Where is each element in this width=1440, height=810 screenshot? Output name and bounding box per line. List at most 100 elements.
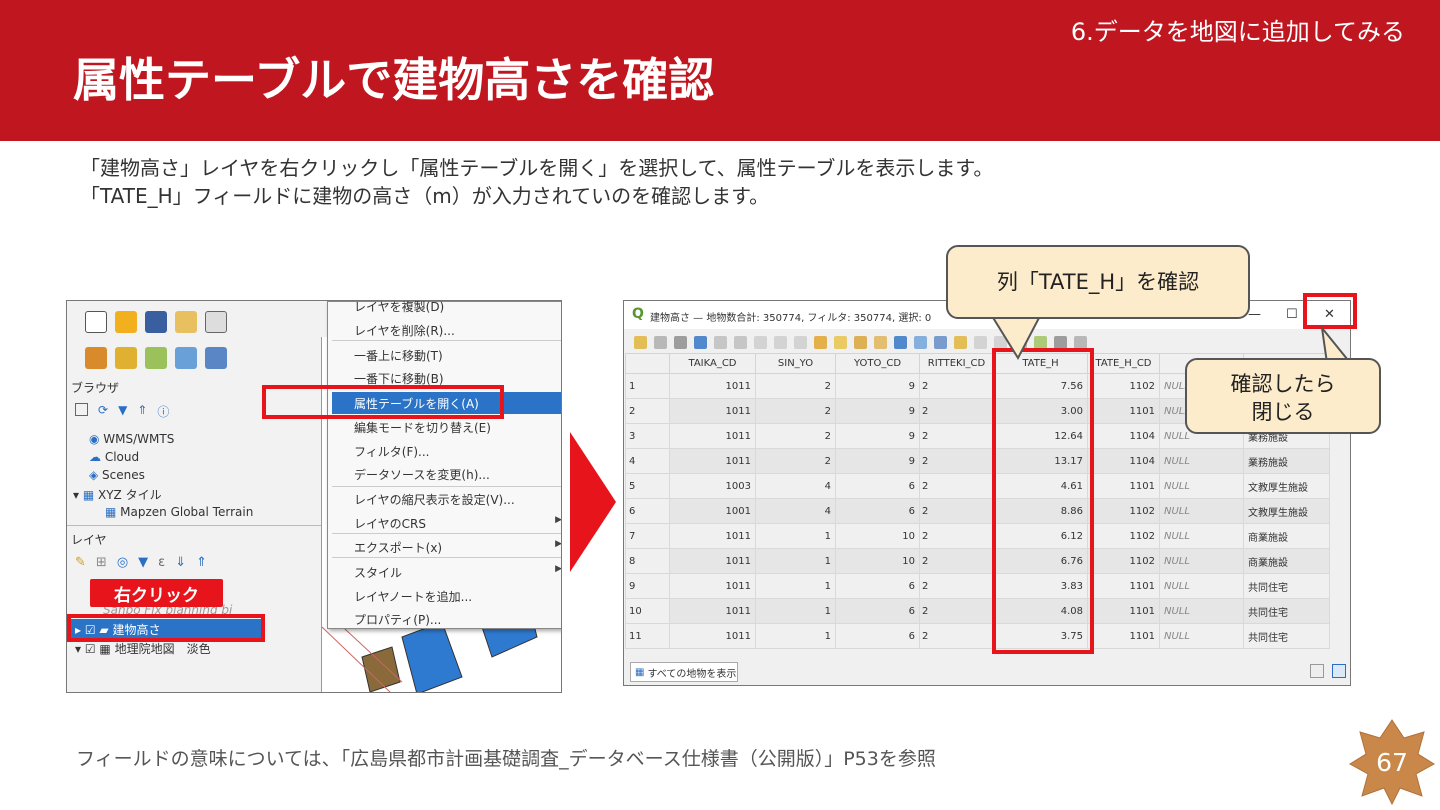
save-as-icon[interactable] — [175, 311, 197, 333]
table-cell[interactable]: 4 — [755, 498, 836, 524]
table-cell[interactable]: 6 — [835, 623, 920, 649]
filter-legend-icon[interactable]: ▼ — [138, 555, 148, 570]
row-number-cell[interactable]: 3 — [625, 423, 670, 449]
table-cell[interactable]: 1 — [755, 548, 836, 574]
add-delimited-icon[interactable] — [145, 347, 167, 369]
filter-icon[interactable]: ▼ — [118, 403, 127, 420]
maximize-button[interactable]: ☐ — [1286, 307, 1298, 322]
menu-item-add-note[interactable]: レイヤノートを追加... — [354, 588, 472, 605]
table-row[interactable]: 7 1011 1 10 2 6.12 1102 NULL 商業施設 — [625, 523, 1330, 549]
table-cell[interactable]: 2 — [755, 423, 836, 449]
filter-select-icon[interactable] — [894, 335, 907, 349]
table-cell[interactable]: 2 — [919, 598, 994, 624]
table-cell[interactable]: 10 — [835, 523, 920, 549]
table-cell[interactable]: 1101 — [1087, 573, 1160, 599]
table-cell[interactable]: 4 — [755, 473, 836, 499]
table-cell[interactable]: 共同住宅 — [1243, 573, 1330, 599]
menu-item-scale-visibility[interactable]: レイヤの縮尺表示を設定(V)... — [354, 491, 515, 508]
form-view-icon[interactable] — [1310, 664, 1324, 678]
menu-item-duplicate[interactable]: レイヤを複製(D) — [354, 301, 444, 315]
invert-selection-icon[interactable] — [854, 335, 867, 349]
table-cell[interactable]: 1011 — [669, 573, 756, 599]
row-number-cell[interactable]: 9 — [625, 573, 670, 599]
table-cell[interactable]: NULL — [1159, 598, 1244, 624]
table-cell[interactable]: 文教厚生施設 — [1243, 498, 1330, 524]
add-group-icon[interactable]: ⊞ — [96, 555, 107, 570]
row-number-cell[interactable]: 11 — [625, 623, 670, 649]
table-cell[interactable]: 2 — [919, 423, 994, 449]
table-cell[interactable]: 商業施設 — [1243, 548, 1330, 574]
table-row[interactable]: 4 1011 2 9 2 13.17 1104 NULL 業務施設 — [625, 448, 1330, 474]
menu-item-export[interactable]: エクスポート(x) — [354, 539, 442, 556]
actions-icon[interactable] — [1054, 335, 1067, 349]
browser-item[interactable]: ▾ ▦ XYZ タイル — [73, 486, 162, 503]
table-cell[interactable]: NULL — [1159, 523, 1244, 549]
table-cell[interactable]: 1 — [755, 523, 836, 549]
table-cell[interactable]: NULL — [1159, 473, 1244, 499]
table-cell[interactable]: 2 — [919, 498, 994, 524]
edit-pencil-icon[interactable] — [634, 335, 647, 349]
table-cell[interactable]: 1001 — [669, 498, 756, 524]
table-cell[interactable]: 6 — [835, 573, 920, 599]
table-cell[interactable]: 2 — [919, 623, 994, 649]
table-cell[interactable]: 1102 — [1087, 523, 1160, 549]
column-header[interactable]: SIN_YO — [755, 353, 836, 374]
menu-item-remove[interactable]: レイヤを削除(R)... — [354, 322, 455, 339]
table-cell[interactable]: 文教厚生施設 — [1243, 473, 1330, 499]
row-number-cell[interactable]: 8 — [625, 548, 670, 574]
table-cell[interactable]: NULL — [1159, 623, 1244, 649]
cut-icon[interactable] — [754, 335, 767, 349]
add-feature-icon[interactable] — [714, 335, 727, 349]
browser-item[interactable]: ◉ WMS/WMTS — [89, 432, 174, 446]
table-cell[interactable]: 2 — [755, 448, 836, 474]
new-project-icon[interactable] — [85, 311, 107, 333]
table-cell[interactable]: 1101 — [1087, 623, 1160, 649]
table-cell[interactable]: 1011 — [669, 423, 756, 449]
visibility-icon[interactable]: ◎ — [117, 555, 128, 570]
add-vector-icon[interactable] — [115, 347, 137, 369]
table-cell[interactable]: 2 — [919, 523, 994, 549]
table-cell[interactable]: 2 — [755, 398, 836, 424]
add-mesh-icon[interactable] — [205, 347, 227, 369]
table-cell[interactable]: NULL — [1159, 548, 1244, 574]
row-number-cell[interactable]: 5 — [625, 473, 670, 499]
table-cell[interactable]: 1104 — [1087, 448, 1160, 474]
table-cell[interactable]: 1102 — [1087, 373, 1160, 399]
row-number-cell[interactable]: 6 — [625, 498, 670, 524]
menu-item-move-top[interactable]: 一番上に移動(T) — [354, 347, 443, 364]
browser-item[interactable]: ▦ Mapzen Global Terrain — [105, 505, 253, 519]
table-row[interactable]: 9 1011 1 6 2 3.83 1101 NULL 共同住宅 — [625, 573, 1330, 599]
table-cell[interactable]: 1003 — [669, 473, 756, 499]
expand-all-icon[interactable]: ⇓ — [175, 555, 186, 570]
browser-item[interactable]: ◈ Scenes — [89, 468, 145, 482]
row-number-cell[interactable]: 10 — [625, 598, 670, 624]
table-cell[interactable]: 1104 — [1087, 423, 1160, 449]
open-folder-icon[interactable] — [115, 311, 137, 333]
table-cell[interactable]: 9 — [835, 398, 920, 424]
info-icon[interactable]: ⓘ — [157, 403, 169, 420]
table-cell[interactable]: 1 — [755, 623, 836, 649]
minimize-button[interactable]: — — [1248, 307, 1261, 322]
table-cell[interactable]: 商業施設 — [1243, 523, 1330, 549]
column-header[interactable]: RITTEKI_CD — [919, 353, 994, 374]
new-field-icon[interactable] — [974, 335, 987, 349]
table-cell[interactable]: 1102 — [1087, 498, 1160, 524]
layer-item-base-map[interactable]: ▾ ☑ ▦ 地理院地図 淡色 — [75, 640, 211, 657]
table-cell[interactable]: 2 — [919, 573, 994, 599]
table-cell[interactable]: 1101 — [1087, 473, 1160, 499]
multi-edit-icon[interactable] — [654, 335, 667, 349]
select-expression-icon[interactable] — [814, 335, 827, 349]
table-cell[interactable]: 1011 — [669, 398, 756, 424]
dock-icon[interactable] — [1074, 335, 1087, 349]
checkbox-icon[interactable]: ▾ ☑ — [75, 642, 99, 656]
table-cell[interactable]: 1011 — [669, 598, 756, 624]
table-cell[interactable]: 2 — [755, 373, 836, 399]
reload-icon[interactable] — [694, 335, 707, 349]
table-cell[interactable]: 6 — [835, 473, 920, 499]
digitize-icon[interactable] — [175, 347, 197, 369]
table-cell[interactable]: 2 — [919, 473, 994, 499]
move-selection-top-icon[interactable] — [914, 335, 927, 349]
add-layer-icon[interactable] — [85, 347, 107, 369]
table-cell[interactable]: NULL — [1159, 498, 1244, 524]
table-cell[interactable]: 1011 — [669, 448, 756, 474]
